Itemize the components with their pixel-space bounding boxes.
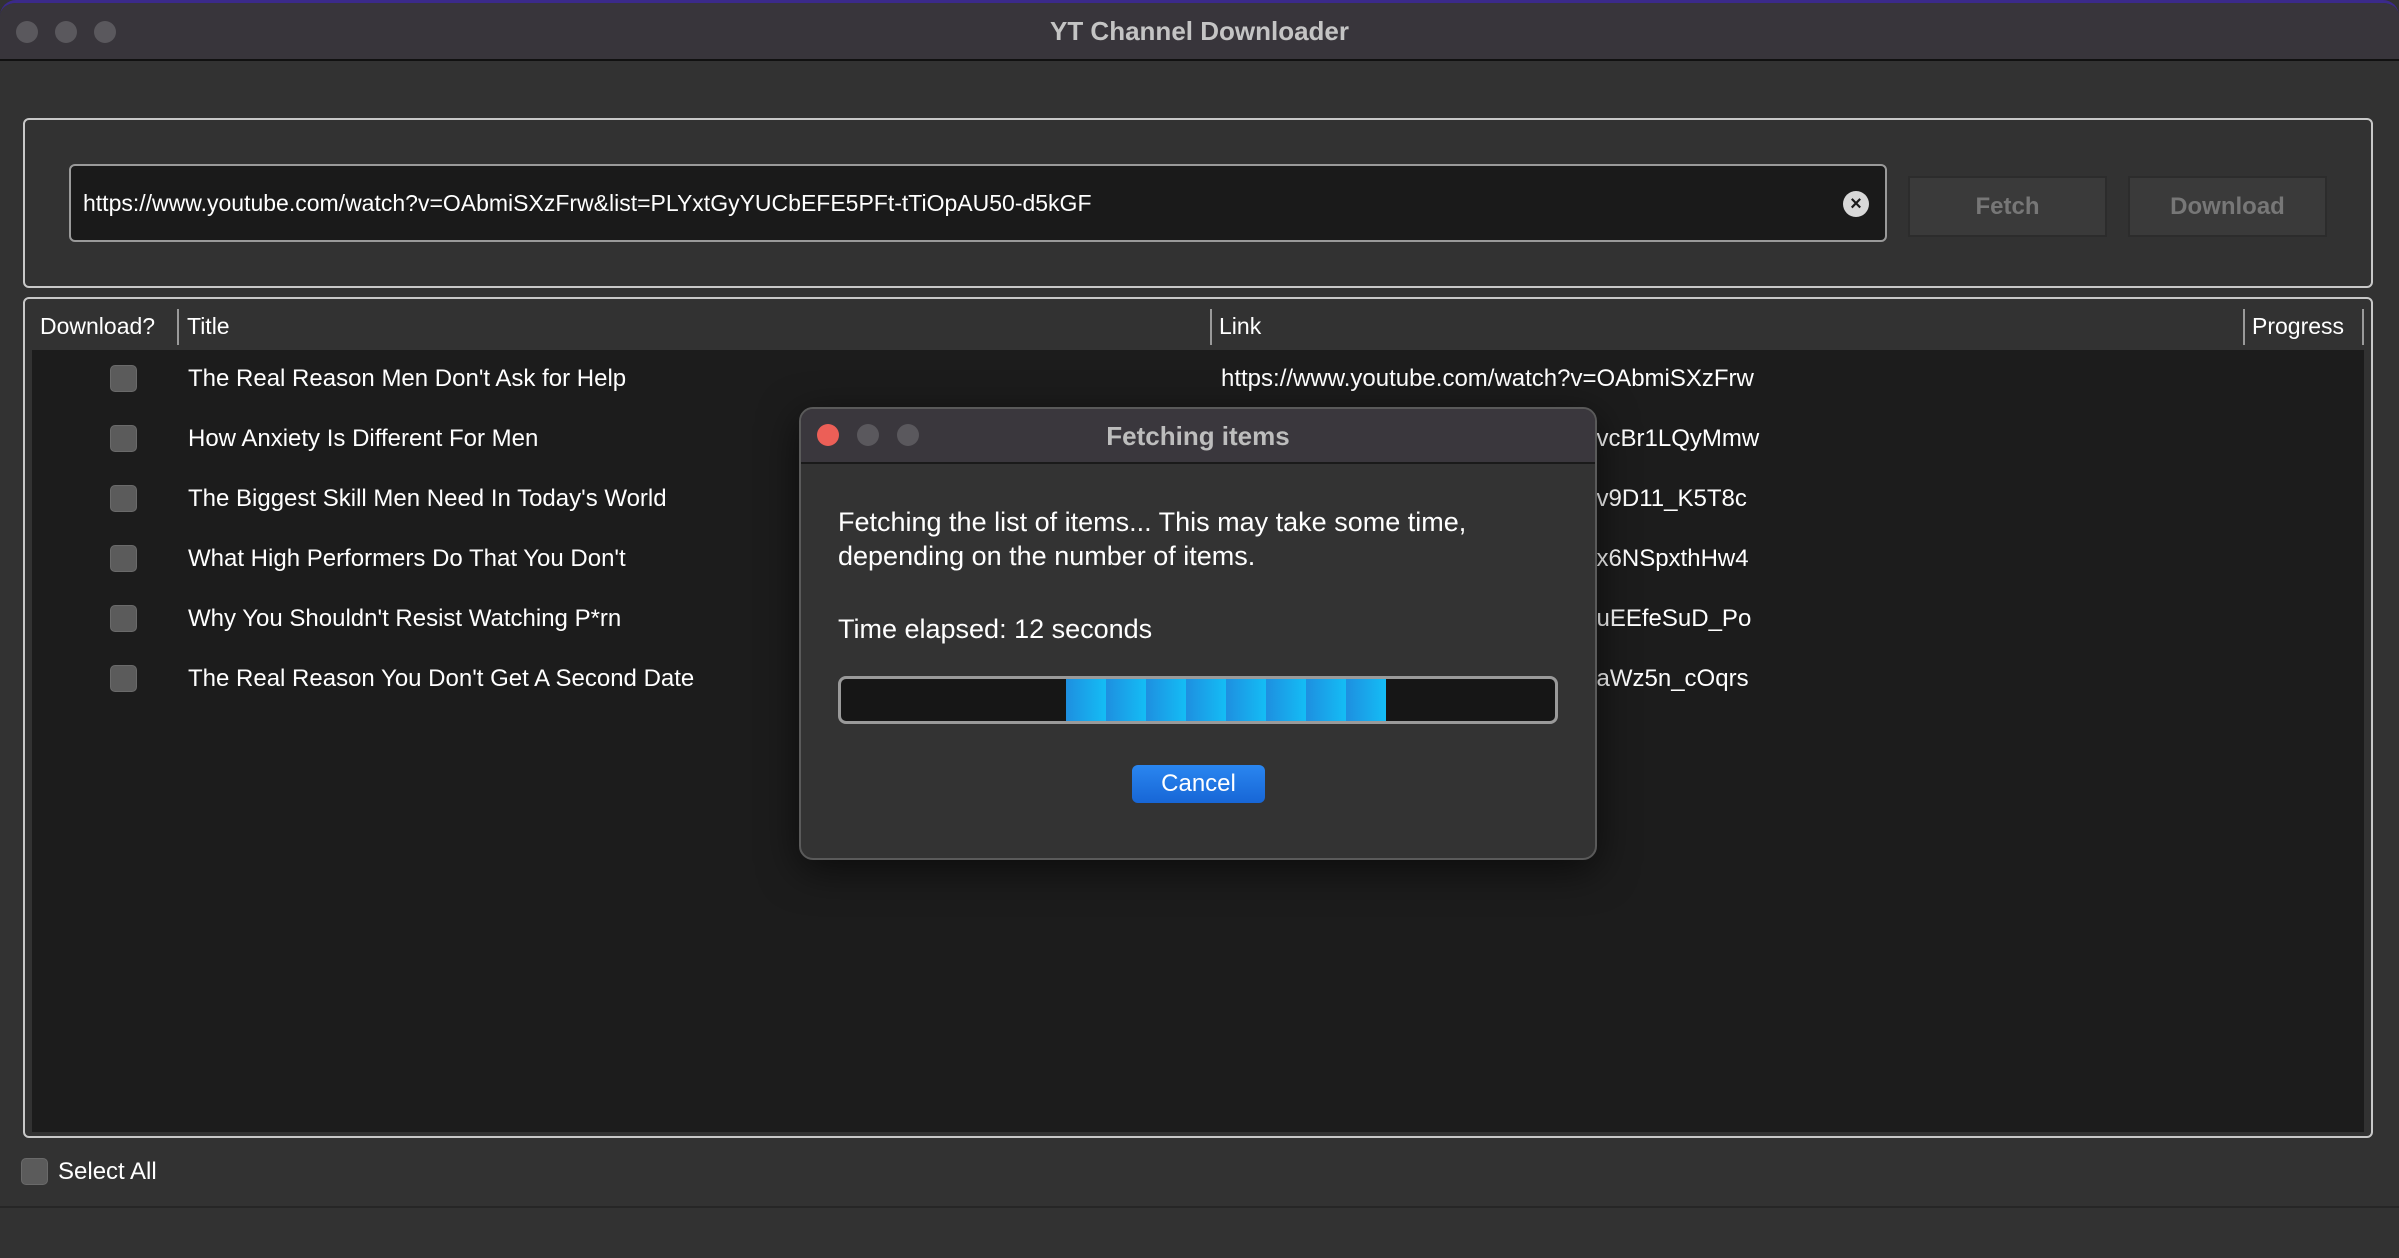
row-title: The Real Reason Men Don't Ask for Help: [188, 365, 627, 392]
title-bar: YT Channel Downloader: [0, 3, 2399, 61]
column-divider: [2362, 309, 2364, 345]
select-all-label[interactable]: Select All: [58, 1157, 157, 1187]
header-progress[interactable]: Progress: [2252, 303, 2344, 350]
download-checkbox[interactable]: [110, 485, 137, 512]
row-title: How Anxiety Is Different For Men: [188, 425, 539, 452]
row-link: https://www.youtube.com/watch?v=OAbmiSXz…: [1221, 365, 1754, 392]
fetching-dialog: Fetching items Fetching the list of item…: [799, 407, 1597, 860]
url-input[interactable]: https://www.youtube.com/watch?v=OAbmiSXz…: [69, 164, 1887, 242]
dialog-message-line2: depending on the number of items.: [838, 541, 1256, 571]
progress-indicator: [1066, 679, 1386, 721]
download-button[interactable]: Download: [2128, 176, 2327, 237]
download-checkbox[interactable]: [110, 605, 137, 632]
row-title: The Biggest Skill Men Need In Today's Wo…: [188, 485, 667, 512]
window-title: YT Channel Downloader: [1049, 16, 1350, 46]
column-divider[interactable]: [177, 309, 179, 345]
cancel-button[interactable]: Cancel: [1132, 765, 1265, 803]
header-link[interactable]: Link: [1219, 303, 1261, 350]
elapsed-time: Time elapsed: 12 seconds: [838, 614, 1153, 644]
column-divider[interactable]: [1210, 309, 1212, 345]
column-divider[interactable]: [2243, 309, 2245, 345]
status-bar-divider: [0, 1206, 2399, 1208]
download-checkbox[interactable]: [110, 425, 137, 452]
row-title: What High Performers Do That You Don't: [188, 545, 626, 572]
app-window: YT Channel Downloader https://www.youtub…: [0, 0, 2399, 1258]
table-row[interactable]: The Real Reason Men Don't Ask for Help h…: [32, 350, 2364, 410]
fetch-button[interactable]: Fetch: [1908, 176, 2107, 237]
header-download[interactable]: Download?: [40, 303, 155, 350]
download-checkbox[interactable]: [110, 665, 137, 692]
busy-progress-bar: [838, 676, 1558, 724]
row-title: The Real Reason You Don't Get A Second D…: [188, 665, 695, 692]
dialog-title-bar: Fetching items: [801, 409, 1595, 464]
clear-icon[interactable]: ×: [1843, 191, 1869, 217]
dialog-title: Fetching items: [1106, 421, 1290, 451]
select-all-checkbox[interactable]: [21, 1158, 48, 1185]
dialog-message-line1: Fetching the list of items... This may t…: [838, 507, 1467, 537]
row-title: Why You Shouldn't Resist Watching P*rn: [188, 605, 622, 632]
header-title[interactable]: Title: [187, 303, 230, 350]
url-input-value[interactable]: https://www.youtube.com/watch?v=OAbmiSXz…: [83, 190, 1092, 217]
download-checkbox[interactable]: [110, 365, 137, 392]
download-checkbox[interactable]: [110, 545, 137, 572]
